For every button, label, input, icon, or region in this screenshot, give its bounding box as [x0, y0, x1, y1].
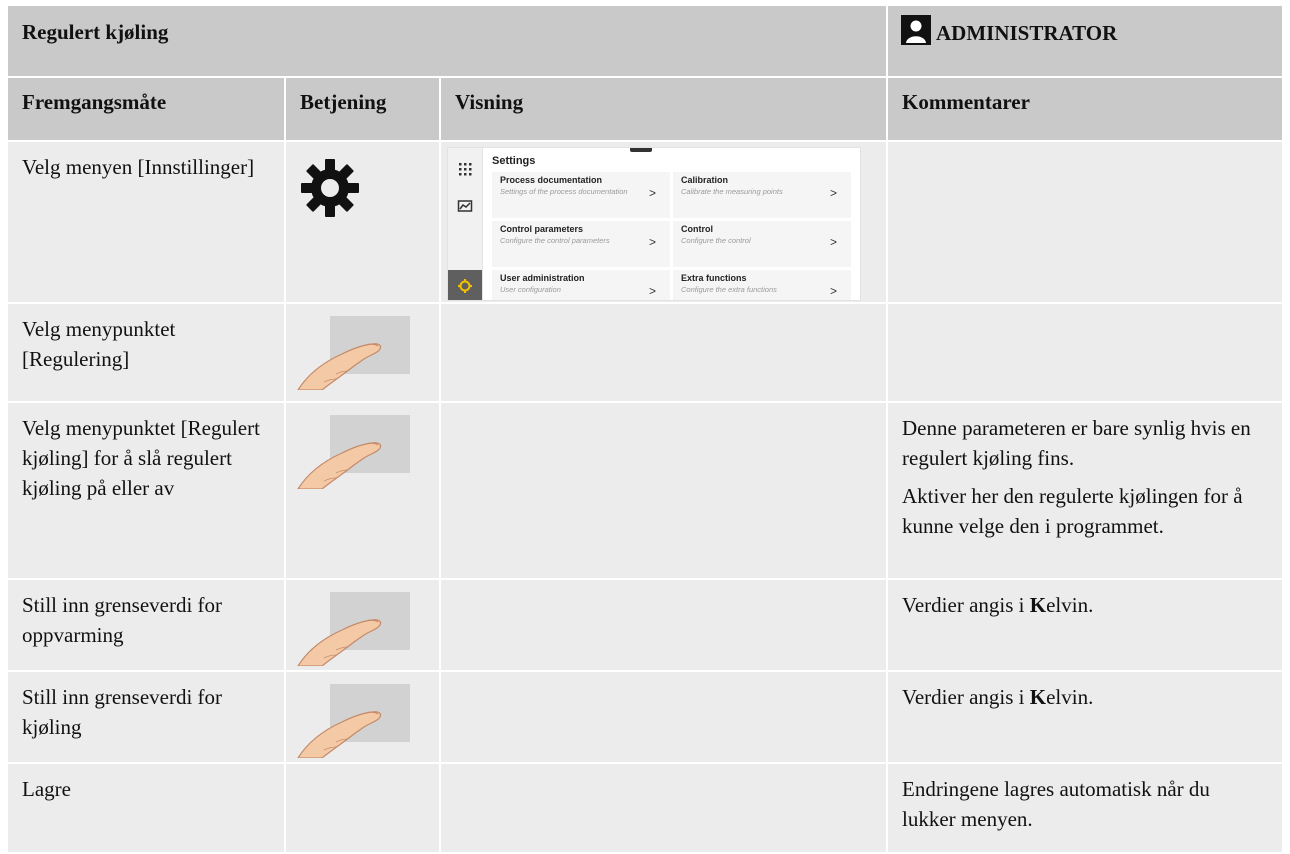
settings-card: Process documentation Settings of the pr…	[492, 172, 670, 218]
section-title: Regulert kjøling	[5, 4, 889, 78]
comment-text: Verdier angis i Kelvin.	[888, 672, 1282, 722]
comment-prefix: Verdier angis i	[902, 685, 1030, 709]
card-subtitle: User configuration	[500, 285, 561, 294]
screenshot-sidebar	[448, 148, 483, 300]
procedure-table: Regulert kjøling ADMINISTRATOR Fremgangs…	[5, 4, 1285, 854]
chevron-right-icon: >	[829, 186, 837, 200]
step-text: Still inn grenseverdi for kjøling	[22, 685, 223, 739]
table-row: Still inn grenseverdi for oppvarming Ver…	[6, 578, 1285, 672]
step-text: Velg menypunktet [Regulert kjøling] for …	[22, 416, 260, 500]
card-subtitle: Settings of the process documentation	[500, 187, 628, 196]
comment-paragraph: Aktiver her den regulerte kjølingen for …	[902, 484, 1243, 538]
apps-grid-icon	[459, 163, 472, 176]
settings-screenshot: Settings Process documentation Settings …	[448, 148, 860, 300]
chart-icon	[457, 200, 473, 212]
card-title: User administration	[500, 273, 585, 283]
step-text: Velg menyen [Innstillinger]	[22, 155, 255, 179]
chevron-right-icon: >	[648, 186, 656, 200]
gear-icon	[458, 279, 472, 293]
comment-prefix: Verdier angis i	[902, 593, 1030, 617]
sidebar-active-item	[448, 270, 482, 300]
table-row: Lagre Endringene lagres automatisk når d…	[6, 762, 1285, 854]
card-title: Control	[681, 224, 713, 234]
card-subtitle: Calibrate the measuring points	[681, 187, 783, 196]
comment-bold: K	[1029, 593, 1047, 617]
settings-card: Control parameters Configure the control…	[492, 221, 670, 267]
finger-touch-icon	[286, 403, 439, 489]
comment-text: Denne parameteren er bare synlig hvis en…	[888, 403, 1282, 559]
settings-card: Calibration Calibrate the measuring poin…	[673, 172, 851, 218]
col-header-display: Visning	[438, 76, 889, 142]
finger-touch-icon	[286, 580, 439, 666]
role-header: ADMINISTRATOR	[886, 4, 1285, 78]
comment-text: Verdier angis i Kelvin.	[888, 580, 1282, 630]
screen-notch	[630, 148, 652, 152]
table-row: Velg menyen [Innstillinger] Settings Pro…	[6, 140, 1285, 304]
card-subtitle: Configure the control	[681, 236, 751, 245]
table-row: Velg menypunktet [Regulert kjøling] for …	[6, 401, 1285, 580]
comment-suffix: elvin.	[1046, 685, 1094, 709]
card-title: Control parameters	[500, 224, 584, 234]
comment-paragraph: Denne parameteren er bare synlig hvis en…	[902, 416, 1251, 470]
chevron-right-icon: >	[648, 235, 656, 249]
document: Regulert kjøling ADMINISTRATOR Fremgangs…	[5, 4, 1285, 854]
settings-card: Extra functions Configure the extra func…	[673, 270, 851, 300]
chevron-right-icon: >	[829, 235, 837, 249]
step-text: Still inn grenseverdi for oppvarming	[22, 593, 223, 647]
chevron-right-icon: >	[829, 284, 837, 298]
comment-bold: K	[1029, 685, 1047, 709]
col-header-comments: Kommentarer	[886, 76, 1285, 142]
table-row: Velg menypunktet [Regulering]	[6, 302, 1285, 403]
card-subtitle: Configure the control parameters	[500, 236, 610, 245]
card-title: Extra functions	[681, 273, 747, 283]
person-icon	[901, 15, 932, 45]
table-row: Still inn grenseverdi for kjøling Verdie…	[6, 670, 1285, 764]
step-text: Lagre	[22, 777, 71, 801]
col-header-operation: Betjening	[284, 76, 441, 142]
card-subtitle: Configure the extra functions	[681, 285, 777, 294]
screenshot-title: Settings	[492, 155, 536, 167]
col-header-procedure: Fremgangsmåte	[6, 76, 286, 142]
settings-card: User administration User configuration >	[492, 270, 670, 300]
chevron-right-icon: >	[648, 284, 656, 298]
gear-icon	[301, 159, 359, 217]
settings-card: Control Configure the control >	[673, 221, 851, 267]
finger-touch-icon	[286, 304, 439, 390]
finger-touch-icon	[286, 672, 439, 758]
card-title: Calibration	[681, 175, 729, 185]
role-label: ADMINISTRATOR	[936, 21, 1118, 45]
comment-text: Endringene lagres automatisk når du lukk…	[902, 777, 1210, 831]
card-title: Process documentation	[500, 175, 603, 185]
step-text: Velg menypunktet [Regulering]	[22, 317, 176, 371]
comment-suffix: elvin.	[1046, 593, 1094, 617]
